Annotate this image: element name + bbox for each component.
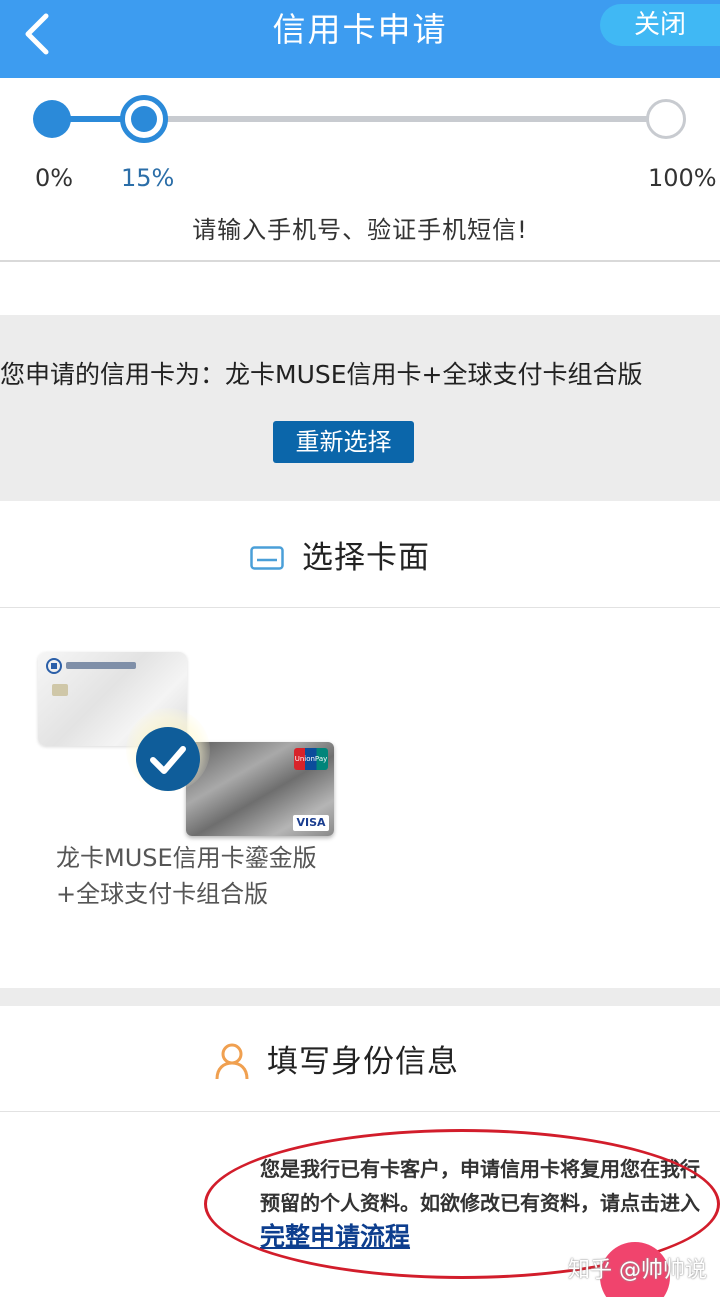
selected-card-panel: 您申请的信用卡为：龙卡MUSE信用卡+全球支付卡组合版 重新选择 <box>0 315 720 501</box>
progress-end-label: 100% <box>648 164 717 192</box>
card-face-area: UnionPay VISA 龙卡MUSE信用卡鎏金版+全球支付卡组合版 <box>0 608 720 988</box>
identity-section-header: 填写身份信息 <box>0 1006 720 1112</box>
progress-current-dot <box>120 95 168 143</box>
progress-section: 0% 15% 100% 请输入手机号、验证手机短信! <box>0 78 720 262</box>
app-header: 信用卡申请 关闭 <box>0 0 720 78</box>
card-chip <box>52 684 68 696</box>
card-back-stripe <box>66 662 136 669</box>
unionpay-logo: UnionPay <box>294 748 328 770</box>
identity-section-title: 填写身份信息 <box>267 1044 459 1080</box>
reselect-button[interactable]: 重新选择 <box>273 421 414 463</box>
visa-logo: VISA <box>293 815 329 831</box>
progress-start-dot <box>33 100 71 138</box>
card-face-section-title: 选择卡面 <box>302 540 430 576</box>
bank-logo-icon <box>46 658 62 674</box>
user-icon <box>215 1043 249 1080</box>
card-name-label: 龙卡MUSE信用卡鎏金版+全球支付卡组合版 <box>56 844 317 908</box>
section-divider <box>0 988 720 1006</box>
watermark: 知乎 @帅帅说 <box>568 1258 707 1283</box>
checkmark-icon <box>150 746 186 774</box>
progress-current-label: 15% <box>121 164 175 192</box>
close-button[interactable]: 关闭 <box>600 4 720 46</box>
selected-card-text: 您申请的信用卡为：龙卡MUSE信用卡+全球支付卡组合版 <box>0 360 643 389</box>
progress-end-dot <box>646 99 686 139</box>
progress-start-label: 0% <box>35 164 74 192</box>
progress-hint: 请输入手机号、验证手机短信! <box>192 216 528 244</box>
card-icon <box>250 546 284 570</box>
notice-area: 您是我行已有卡客户，申请信用卡将复用您在我行预留的个人资料。如欲修改已有资料，请… <box>0 1112 720 1297</box>
selected-check-badge[interactable] <box>136 727 200 791</box>
card-face-section-header: 选择卡面 <box>0 502 720 608</box>
